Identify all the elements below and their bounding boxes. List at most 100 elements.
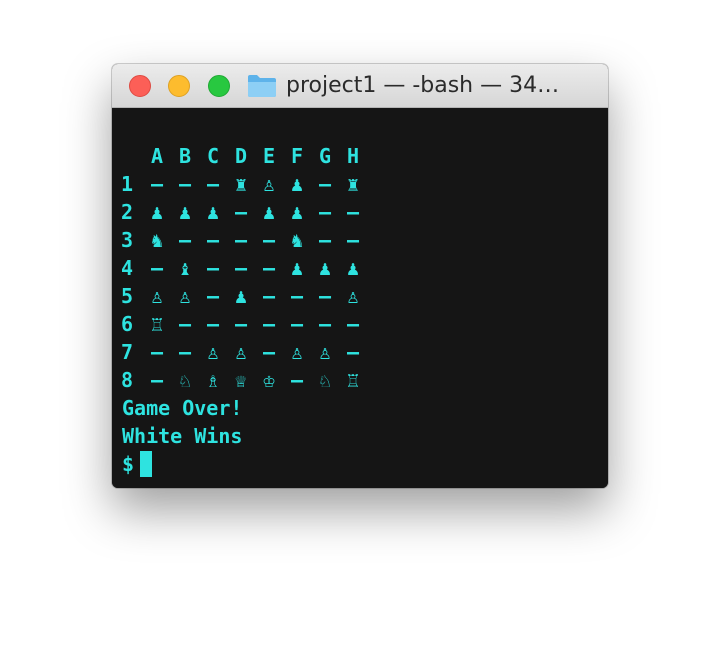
board-square: ♙: [262, 172, 276, 196]
board-row: 1– – – ♜ ♙ ♟ – ♜: [121, 170, 359, 198]
row-label: 2: [120, 200, 134, 224]
board-square: –: [318, 200, 332, 224]
board-square: ♖: [346, 368, 360, 392]
board-square: ♙: [346, 284, 360, 308]
board-square: ♟: [234, 284, 248, 308]
board-square: –: [178, 172, 192, 196]
window-title: project1 — -bash — 34…: [286, 73, 560, 98]
board-square: –: [318, 284, 332, 308]
board-square: ♙: [318, 340, 332, 364]
row-label: 8: [120, 368, 134, 392]
column-label: C: [206, 144, 220, 168]
minimize-button[interactable]: [168, 75, 190, 97]
terminal-output: ABCDEFGH 1– – – ♜ ♙ ♟ – ♜ 2 ♟ ♟ ♟ – ♟ ♟ – –3 ♞ – – – – ♞ – –4– ♝ –…: [121, 142, 359, 478]
title-bar[interactable]: project1 — -bash — 34…: [112, 64, 608, 108]
board-square: –: [262, 340, 276, 364]
board-square: –: [318, 228, 332, 252]
board-square: –: [234, 312, 248, 336]
board-square: –: [262, 228, 276, 252]
board-row: 4– ♝ – – – ♟ ♟ ♟: [121, 254, 359, 282]
board-square: ♘: [318, 368, 332, 392]
row-label: 3: [120, 228, 134, 252]
board-square: ♙: [206, 340, 220, 364]
board-square: ♙: [150, 284, 164, 308]
row-label: 4: [120, 256, 134, 280]
board-square: –: [346, 312, 360, 336]
board-square: –: [346, 200, 360, 224]
board-square: ♟: [346, 256, 360, 280]
board-square: –: [318, 312, 332, 336]
close-button[interactable]: [129, 75, 151, 97]
board-square: ♞: [150, 228, 164, 252]
board-square: –: [150, 172, 164, 196]
board-square: ♘: [178, 368, 192, 392]
terminal-content[interactable]: ABCDEFGH 1– – – ♜ ♙ ♟ – ♜ 2 ♟ ♟ ♟ – ♟ ♟ – –3 ♞ – – – – ♞ – –4– ♝ –…: [112, 108, 608, 488]
board-square: –: [206, 256, 220, 280]
row-label: 6: [120, 312, 134, 336]
column-label: F: [290, 144, 304, 168]
board-square: –: [178, 228, 192, 252]
board-square: ♙: [178, 284, 192, 308]
board-square: ♜: [234, 172, 248, 196]
board-row: 7– – ♙ ♙ – ♙ ♙ –: [121, 338, 359, 366]
board-square: ♞: [290, 228, 304, 252]
game-over-message: Game Over!: [122, 396, 243, 420]
board-column-header: ABCDEFGH: [122, 142, 359, 170]
board-square: ♟: [290, 256, 304, 280]
board-square: ♕: [234, 368, 248, 392]
board-row: 5 ♙ ♙ – ♟ – – – ♙: [121, 282, 359, 310]
row-label: 7: [120, 340, 134, 364]
board-square: –: [206, 172, 220, 196]
row-label: 1: [120, 172, 134, 196]
shell-prompt[interactable]: $: [122, 450, 242, 478]
column-label: A: [150, 144, 164, 168]
board-square: –: [290, 312, 304, 336]
folder-icon: [248, 75, 276, 97]
board-square: ♗: [206, 368, 220, 392]
board-square: ♜: [346, 172, 360, 196]
board-square: –: [262, 284, 276, 308]
board-square: –: [346, 228, 360, 252]
board-square: ♙: [290, 340, 304, 364]
board-square: –: [150, 256, 164, 280]
column-label: H: [346, 144, 360, 168]
board-square: –: [318, 172, 332, 196]
board-square: –: [262, 256, 276, 280]
zoom-button[interactable]: [208, 75, 230, 97]
board-square: ♟: [178, 200, 192, 224]
board-row: 2 ♟ ♟ ♟ – ♟ ♟ – –: [121, 198, 359, 226]
text-cursor: [140, 451, 153, 477]
column-label: D: [234, 144, 248, 168]
row-label: 5: [120, 284, 134, 308]
board-square: –: [262, 312, 276, 336]
board-square: ♟: [290, 200, 304, 224]
terminal-window: project1 — -bash — 34… ABCDEFGH 1– – – ♜ ♙ ♟ –…: [112, 64, 608, 488]
winner-message: White Wins: [122, 424, 243, 448]
board-square: ♔: [262, 368, 276, 392]
board-square: –: [150, 368, 164, 392]
board-square: –: [346, 340, 360, 364]
board-square: –: [290, 284, 304, 308]
board-square: ♟: [150, 200, 164, 224]
board-square: ♟: [318, 256, 332, 280]
chess-board: 1– – – ♜ ♙ ♟ – ♜ 2 ♟ ♟ ♟ – ♟ ♟ – –3 ♞ – – – – ♞ – –4– ♝ – – – ♟ ♟ ♟ 5 ♙ ♙ –…: [121, 170, 359, 394]
board-square: ♖: [150, 312, 164, 336]
board-square: –: [206, 284, 220, 308]
board-square: ♟: [290, 172, 304, 196]
board-square: –: [234, 200, 248, 224]
board-row: 3 ♞ – – – – ♞ – –: [121, 226, 359, 254]
board-square: –: [234, 228, 248, 252]
board-square: ♝: [178, 256, 192, 280]
board-square: –: [178, 312, 192, 336]
board-square: ♟: [262, 200, 276, 224]
board-square: ♙: [234, 340, 248, 364]
column-label: B: [178, 144, 192, 168]
board-square: –: [150, 340, 164, 364]
board-square: ♟: [206, 200, 220, 224]
prompt-symbol: $: [122, 452, 135, 476]
board-square: –: [206, 228, 220, 252]
column-label: E: [262, 144, 276, 168]
column-label: G: [318, 144, 332, 168]
board-row: 8– ♘ ♗ ♕ ♔ – ♘ ♖: [121, 366, 359, 394]
board-square: –: [178, 340, 192, 364]
